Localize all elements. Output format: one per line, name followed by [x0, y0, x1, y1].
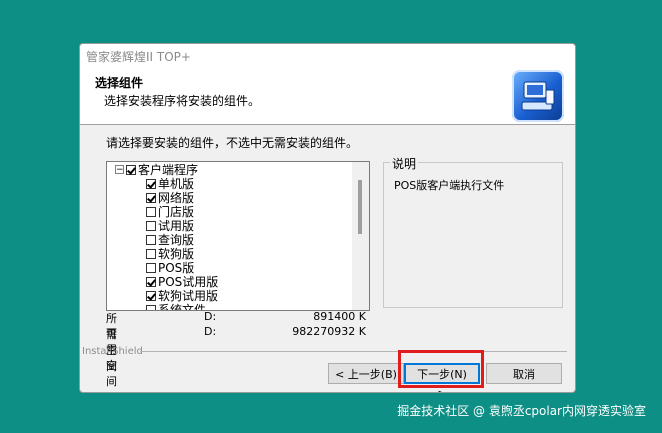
instruction-text: 请选择要安装的组件，不选中无需安装的组件。: [106, 136, 359, 150]
checkbox[interactable]: [146, 305, 156, 310]
component-tree[interactable]: − 客户端程序 单机版 网络版 门店版 试用版 查询版 软狗版 POS版 POS…: [106, 161, 370, 311]
cancel-button[interactable]: 取消: [486, 363, 562, 384]
checkbox[interactable]: [146, 207, 156, 217]
required-space-value: 891400 K: [313, 310, 366, 323]
back-button[interactable]: < 上一步(B): [328, 363, 404, 384]
checkbox[interactable]: [146, 221, 156, 231]
description-group: 说明 POS版客户端执行文件: [383, 155, 563, 308]
window-title: 管家婆辉煌II TOP+: [80, 44, 575, 70]
wizard-header: 选择组件 选择安装程序将安装的组件。: [80, 70, 575, 125]
component-label: 查询版: [158, 233, 195, 247]
component-label: 单机版: [158, 177, 195, 191]
component-label: 系统文件: [158, 303, 207, 311]
checkbox[interactable]: [146, 263, 156, 273]
watermark: 掘金技术社区 @ 袁煦丞cpolar内网穿透实验室: [397, 404, 646, 418]
component-label: 门店版: [158, 205, 195, 219]
tree-root-label: 客户端程序: [138, 163, 199, 177]
component-label: POS版: [158, 261, 195, 275]
description-legend: 说明: [390, 155, 419, 172]
component-item[interactable]: 软狗版: [146, 248, 194, 261]
component-item[interactable]: 试用版: [146, 220, 194, 233]
footer-divider: [140, 351, 567, 352]
component-item[interactable]: 查询版: [146, 234, 194, 247]
component-label: POS试用版: [158, 275, 219, 289]
component-item[interactable]: 软狗试用版: [146, 290, 218, 303]
component-label: 网络版: [158, 191, 195, 205]
component-item[interactable]: POS试用版: [146, 276, 218, 289]
component-item[interactable]: POS版: [146, 262, 194, 275]
component-label: 软狗版: [158, 247, 195, 261]
installer-computer-icon: [512, 70, 564, 122]
available-space-label: 可用空间: [106, 327, 117, 388]
component-item[interactable]: 门店版: [146, 206, 194, 219]
component-item[interactable]: 单机版: [146, 178, 194, 191]
component-item[interactable]: 网络版: [146, 192, 194, 205]
required-space-drive: D:: [204, 310, 217, 323]
checkbox[interactable]: [146, 179, 156, 189]
checkbox[interactable]: [146, 291, 156, 301]
description-text: POS版客户端执行文件: [394, 179, 505, 192]
header-subtitle: 选择安装程序将安装的组件。: [104, 94, 261, 108]
checkbox-client[interactable]: [126, 165, 136, 175]
checkbox[interactable]: [146, 235, 156, 245]
available-space-value: 982270932 K: [292, 325, 366, 338]
checkbox[interactable]: [146, 193, 156, 203]
checkbox[interactable]: [146, 249, 156, 259]
tree-root[interactable]: 客户端程序: [126, 164, 198, 177]
available-space-drive: D:: [204, 325, 217, 338]
installshield-brand: InstallShield: [82, 346, 143, 357]
checkbox[interactable]: [146, 277, 156, 287]
annotation-highlight-box: [398, 350, 484, 388]
scrollbar-thumb[interactable]: [358, 180, 362, 234]
component-item[interactable]: 系统文件: [146, 303, 207, 311]
component-label: 试用版: [158, 219, 195, 233]
collapse-icon[interactable]: −: [115, 165, 124, 175]
installer-window: 管家婆辉煌II TOP+ 选择组件 选择安装程序将安装的组件。 请选择要安装的组…: [79, 43, 576, 393]
component-label: 软狗试用版: [158, 289, 219, 303]
tree-scrollbar[interactable]: [352, 162, 369, 310]
header-title: 选择组件: [95, 76, 144, 90]
